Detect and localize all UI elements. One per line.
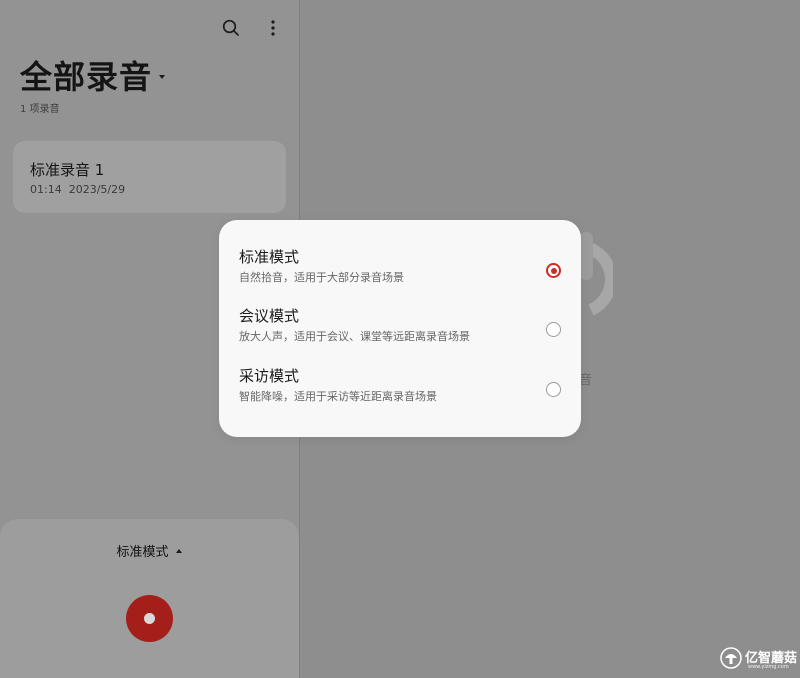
mode-description: 放大人声，适用于会议、课堂等远距离录音场景 <box>239 330 470 343</box>
recording-mode-dialog: 标准模式 自然拾音，适用于大部分录音场景 会议模式 放大人声，适用于会议、课堂等… <box>219 220 581 437</box>
more-options-button[interactable] <box>259 14 287 42</box>
mode-description: 自然拾音，适用于大部分录音场景 <box>239 271 404 284</box>
mode-description: 智能降噪，适用于采访等近距离录音场景 <box>239 390 437 403</box>
recording-duration: 01:14 <box>30 183 62 196</box>
radio-unselected[interactable] <box>546 382 561 397</box>
recording-list-item[interactable]: 标准录音 1 01:14 2023/5/29 <box>13 141 286 213</box>
search-icon <box>222 19 239 36</box>
mode-title: 标准模式 <box>239 248 300 266</box>
recording-meta: 01:14 2023/5/29 <box>30 183 125 196</box>
record-button[interactable] <box>126 595 173 642</box>
recording-name: 标准录音 1 <box>30 161 105 179</box>
recording-count: 1 项录音 <box>20 104 60 115</box>
mode-selector-label: 标准模式 <box>116 545 169 560</box>
radio-selected[interactable] <box>546 263 561 278</box>
page-title: 全部录音 <box>20 58 153 96</box>
watermark-url: www.yizmg.com <box>748 664 789 670</box>
mode-title: 会议模式 <box>239 307 300 325</box>
more-vertical-icon <box>271 20 275 36</box>
mode-option-meeting[interactable]: 会议模式 放大人声，适用于会议、课堂等远距离录音场景 <box>219 305 581 363</box>
mode-selector[interactable]: 标准模式 <box>0 541 299 560</box>
mode-option-standard[interactable]: 标准模式 自然拾音，适用于大部分录音场景 <box>219 246 581 304</box>
title-row[interactable]: 全部录音 <box>20 52 166 98</box>
record-icon <box>144 613 155 624</box>
recording-date: 2023/5/29 <box>68 183 126 196</box>
radio-unselected[interactable] <box>546 322 561 337</box>
search-button[interactable] <box>217 14 245 42</box>
mushroom-logo-icon <box>720 647 742 669</box>
mode-option-interview[interactable]: 采访模式 智能降噪，适用于采访等近距离录音场景 <box>219 365 581 423</box>
mode-title: 采访模式 <box>239 367 300 385</box>
caret-down-icon <box>159 75 166 79</box>
watermark: 亿智蘑菇 www.yizmg.com <box>720 646 797 674</box>
caret-up-icon <box>175 548 182 553</box>
recorder-panel: 标准模式 <box>0 519 299 678</box>
